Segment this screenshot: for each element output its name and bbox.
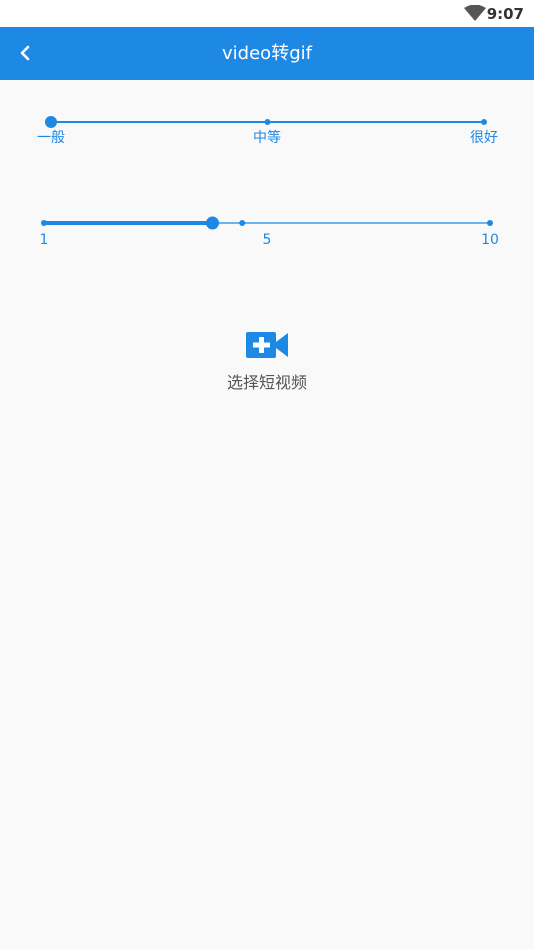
quality-tick-label-1: 中等	[253, 130, 281, 146]
fps-slider-thumb	[205, 216, 219, 230]
pick-video-button[interactable]: 选择短视频	[167, 320, 367, 400]
quality-tick-label-0: 一般	[37, 130, 65, 146]
quality-slider[interactable]: 一般 中等 很好	[0, 100, 534, 150]
quality-tick-dot-1	[264, 119, 271, 125]
fps-tick-dot-1	[239, 220, 246, 226]
fps-tick-label-1: 5	[262, 232, 272, 248]
quality-tick-label-2: 很好	[470, 130, 498, 146]
status-time: 9:07	[486, 5, 524, 23]
fps-slider[interactable]: 1 5 10	[0, 202, 534, 252]
fps-tick-label-0: 1	[39, 232, 49, 248]
wifi-icon	[464, 5, 486, 21]
fps-tick-label-2: 10	[481, 232, 499, 248]
pick-video-label: 选择短视频	[226, 373, 307, 392]
fps-tick-dot-2	[487, 220, 493, 226]
quality-slider-thumb	[45, 116, 57, 128]
status-bar: 9:07	[0, 0, 534, 27]
page-title: video转gif	[222, 43, 312, 64]
fps-tick-dot-0	[41, 220, 47, 226]
quality-tick-dot-2	[481, 119, 487, 125]
toolbar: video转gif	[0, 27, 534, 80]
video-add-icon	[246, 332, 288, 358]
